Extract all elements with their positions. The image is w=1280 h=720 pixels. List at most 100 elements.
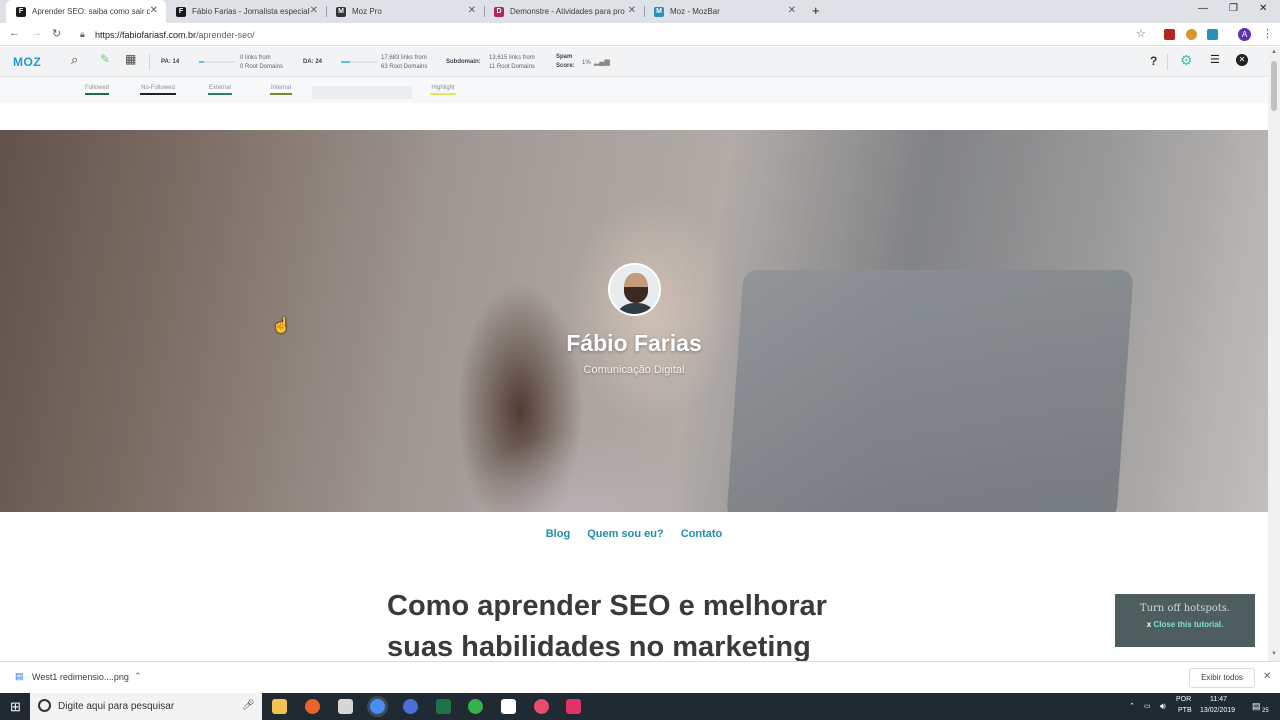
filter-no-followed[interactable]: No-Followed xyxy=(140,85,176,95)
mozbar-close-icon[interactable]: ✕ xyxy=(1236,54,1248,66)
app-icon[interactable] xyxy=(338,699,353,714)
tab-fabio-farias[interactable]: F Fábio Farias - Jornalista especialis ✕ xyxy=(166,0,326,23)
tab-moz-mozbar[interactable]: M Moz - MozBar ✕ xyxy=(644,0,804,23)
notepad-icon[interactable] xyxy=(501,699,516,714)
tray-chevron-icon[interactable]: ⌃ xyxy=(1129,702,1135,710)
filter-label: External xyxy=(208,85,231,91)
cookie-extension-icon[interactable] xyxy=(1186,29,1197,40)
scroll-down-icon[interactable]: ▼ xyxy=(1271,651,1277,657)
url-path: /aprender-seo/ xyxy=(196,29,255,40)
show-all-downloads-button[interactable]: Exibir todos xyxy=(1189,668,1255,688)
tab-close-icon[interactable]: ✕ xyxy=(468,5,476,16)
filter-highlight[interactable]: Highlight xyxy=(430,85,456,95)
network-icon[interactable]: ▭ xyxy=(1144,702,1151,710)
divider xyxy=(1167,54,1168,70)
tab-favicon: M xyxy=(654,6,664,17)
hotspot-tutorial-box: Turn off hotspots. x Close this tutorial… xyxy=(1115,594,1255,647)
settings-gear-icon[interactable]: ⚙ xyxy=(1180,52,1193,69)
minimize-icon[interactable]: — xyxy=(1198,3,1208,14)
download-item[interactable]: West1 redimensio....png xyxy=(32,672,129,682)
da-meter-fill xyxy=(341,61,350,63)
page-analysis-icon[interactable]: ⌕ xyxy=(71,52,78,68)
serp-overlay-icon[interactable]: ▦ xyxy=(125,52,136,66)
firefox-icon[interactable] xyxy=(305,699,320,714)
menu-icon[interactable]: ☰ xyxy=(1210,53,1220,66)
windows-start-icon[interactable]: ⊞ xyxy=(10,699,21,715)
profile-avatar[interactable]: A xyxy=(1238,28,1251,41)
file-icon: ▤ xyxy=(15,671,24,681)
highlighter-icon[interactable]: ✎ xyxy=(100,52,110,66)
help-icon[interactable]: ? xyxy=(1150,54,1157,68)
back-arrow-icon[interactable]: ← xyxy=(9,27,20,39)
new-tab-button[interactable]: + xyxy=(812,3,820,18)
tab-favicon: F xyxy=(176,6,186,17)
pa-links-from: 0 links from xyxy=(240,55,271,61)
filter-dropdown[interactable] xyxy=(312,86,412,99)
keyboard-layout[interactable]: PTB xyxy=(1178,707,1192,714)
microphone-icon[interactable]: 🎤︎ xyxy=(242,700,255,711)
filter-internal[interactable]: Internal xyxy=(270,85,292,95)
article-title-line-1: Como aprender SEO e melhorar xyxy=(387,590,827,622)
hero-author-name[interactable]: Fábio Farias xyxy=(434,330,834,357)
filter-followed[interactable]: Followed xyxy=(85,85,109,95)
tab-title: Fábio Farias - Jornalista especialis xyxy=(192,7,310,16)
chrome-icon[interactable] xyxy=(370,699,385,714)
clock-time[interactable]: 11:47 xyxy=(1210,696,1227,703)
nav-link-blog[interactable]: Blog xyxy=(546,528,570,540)
downloads-bar: ▤ West1 redimensio....png ⌃ Exibir todos… xyxy=(0,661,1280,693)
turn-off-hotspots-link[interactable]: Turn off hotspots. xyxy=(1115,603,1255,614)
bookmark-star-icon[interactable]: ☆ xyxy=(1136,27,1146,40)
chrome-profile-icon[interactable] xyxy=(403,699,418,714)
language-code[interactable]: POR xyxy=(1176,696,1191,703)
spam-label: Spam xyxy=(556,54,573,60)
downloads-close-icon[interactable]: ✕ xyxy=(1263,671,1271,682)
filter-external[interactable]: External xyxy=(208,85,232,95)
chrome-menu-icon[interactable]: ⋮ xyxy=(1262,27,1273,40)
hand-cursor-icon: ☝ xyxy=(272,317,291,334)
reload-icon[interactable]: ↻ xyxy=(52,27,61,40)
restore-icon[interactable]: ❐ xyxy=(1229,3,1238,14)
url-field[interactable]: 🔒︎ https://fabiofariasf.com.br/aprender-… xyxy=(76,26,1156,43)
filter-color-bar xyxy=(85,93,109,95)
pa-root-domains: 0 Root Domains xyxy=(240,64,284,70)
tab-aprender-seo[interactable]: F Aprender SEO: saiba como sair do ✕ xyxy=(6,0,166,23)
nav-link-contato[interactable]: Contato xyxy=(681,528,723,540)
close-x[interactable]: x xyxy=(1147,620,1151,629)
pa-label: PA: 14 xyxy=(161,59,180,65)
nav-link-quem-sou-eu[interactable]: Quem sou eu? xyxy=(587,528,663,540)
pdf-extension-icon[interactable] xyxy=(1164,29,1175,40)
scroll-up-icon[interactable]: ▲ xyxy=(1271,49,1277,55)
tab-close-icon[interactable]: ✕ xyxy=(788,5,796,16)
page-scrollbar[interactable]: ▲ ▼ xyxy=(1268,47,1280,661)
divider xyxy=(149,54,150,70)
forward-arrow-icon[interactable]: → xyxy=(31,27,42,39)
moz-logo[interactable]: MOZ xyxy=(13,55,41,69)
chevron-up-icon[interactable]: ⌃ xyxy=(134,671,142,682)
pa-meter xyxy=(199,61,235,63)
tab-close-icon[interactable]: ✕ xyxy=(150,5,158,16)
author-avatar[interactable] xyxy=(608,263,661,316)
mozbar-extension-icon[interactable] xyxy=(1207,29,1218,40)
volume-icon[interactable]: 🔊︎ xyxy=(1160,701,1166,712)
spam-score-label: Score: xyxy=(556,63,575,69)
app-pink-icon[interactable] xyxy=(566,699,581,714)
da-label: DA: 24 xyxy=(303,59,323,65)
browser-tab-strip: F Aprender SEO: saiba como sair do ✕ F F… xyxy=(0,0,1280,23)
tab-moz-pro[interactable]: M Moz Pro ✕ xyxy=(326,0,484,23)
window-close-icon[interactable]: ✕ xyxy=(1259,3,1267,14)
taskbar-search-input[interactable]: Digite aqui para pesquisar 🎤︎ xyxy=(30,693,262,720)
tab-demonstre[interactable]: D Demonstre - Atividades para pro ✕ xyxy=(484,0,644,23)
site-navigation: Blog Quem sou eu? Contato xyxy=(0,528,1268,548)
notification-count: 25 xyxy=(1262,708,1269,714)
excel-icon[interactable] xyxy=(436,699,451,714)
notification-icon[interactable]: ▤ xyxy=(1252,701,1261,712)
tab-close-icon[interactable]: ✕ xyxy=(628,5,636,16)
file-explorer-icon[interactable] xyxy=(272,699,287,714)
app-pinwheel-icon[interactable] xyxy=(534,699,549,714)
clock-date[interactable]: 13/02/2019 xyxy=(1200,707,1235,714)
close-tutorial-link[interactable]: Close this tutorial. xyxy=(1153,620,1223,629)
windows-taskbar: ⊞ Digite aqui para pesquisar 🎤︎ ⌃ ▭ 🔊︎ P… xyxy=(0,693,1280,720)
scrollbar-thumb[interactable] xyxy=(1271,61,1277,111)
app-green-icon[interactable] xyxy=(468,699,483,714)
tab-close-icon[interactable]: ✕ xyxy=(310,5,318,16)
